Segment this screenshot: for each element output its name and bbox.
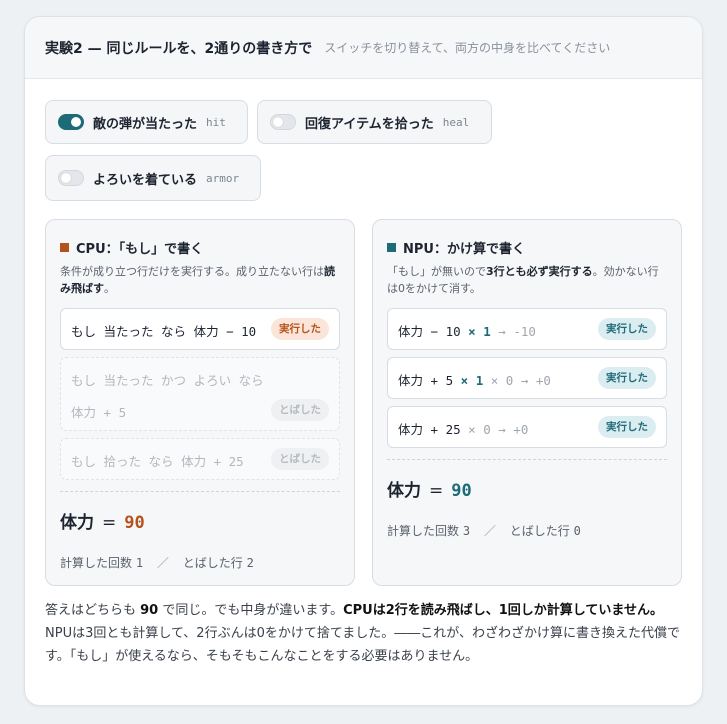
stats-skip-value: 0 — [573, 524, 581, 538]
status-badge: 実行した — [271, 318, 329, 340]
npu-panel: NPU：かけ算で書く 「もし」が無いので3行とも必ず実行する。効かない行は0をか… — [372, 219, 682, 586]
npu-panel-title: NPU：かけ算で書く — [387, 238, 525, 257]
cpu-rule-row: もし 拾った なら 体力 + 25 とばした — [60, 438, 340, 480]
rule-rhs: → -10 — [498, 324, 536, 339]
stats-calc-value: 1 — [135, 556, 144, 570]
npu-description: 「もし」が無いので3行とも必ず実行する。効かない行は0をかけて消す。 — [387, 263, 667, 297]
cpu-color-square-icon — [60, 243, 69, 252]
footer-text: 答えはどちらも — [45, 603, 141, 618]
npu-rule-row: 体力 − 10 × 1 → -10 実行した — [387, 308, 667, 350]
status-badge: とばした — [271, 448, 329, 470]
rule-text: 体力 + 5 × 1 × 0 → +0 — [398, 370, 551, 389]
toggle-label: よろいを着ている — [93, 172, 198, 188]
rule-mul: × 1 — [460, 373, 484, 388]
hp-label: 体力 — [60, 513, 94, 533]
npu-title-text: NPU：かけ算で書く — [403, 242, 525, 257]
experiment-card: 実験2 — 同じルールを、2通りの書き方で スイッチを切り替えて、両方の中身を比… — [24, 16, 703, 706]
npu-rule-row: 体力 + 5 × 1 × 0 → +0 実行した — [387, 357, 667, 399]
hp-equals: = — [102, 513, 117, 533]
toggle-code: hit — [206, 115, 226, 129]
cpu-rule-row: もし 当たった かつ よろい なら 体力 + 5 とばした — [60, 357, 340, 431]
stats-skip-value: 2 — [246, 556, 254, 570]
cpu-rule-row: もし 当たった なら 体力 − 10 実行した — [60, 308, 340, 350]
rule-mul: × 1 — [468, 324, 491, 339]
footer-text: NPUは3回とも計算して、2行ぶんは0をかけて捨てました。――これが、わざわざか… — [45, 626, 680, 664]
cpu-desc-end: 。 — [104, 282, 115, 295]
npu-rule-row: 体力 + 25 × 0 → +0 実行した — [387, 406, 667, 448]
card-title: 実験2 — 同じルールを、2通りの書き方で — [45, 40, 313, 57]
toggle-label: 回復アイテムを拾った — [305, 116, 434, 132]
status-badge: 実行した — [598, 367, 656, 389]
rule-lhs: 体力 + 25 — [398, 422, 461, 437]
hp-value: 90 — [124, 513, 145, 533]
cpu-description: 条件が成り立つ行だけを実行する。成り立たない行は読み飛ばす。 — [60, 263, 340, 297]
rule-rhs: × 0 → +0 — [490, 373, 551, 388]
rule-text: もし 拾った なら 体力 + 25 — [71, 454, 244, 469]
npu-stats: 計算した回数 3 ／ とばした行 0 — [387, 522, 581, 539]
stats-calc-label: 計算した回数 — [60, 556, 133, 570]
card-header: 実験2 — 同じルールを、2通りの書き方で スイッチを切り替えて、両方の中身を比… — [25, 17, 702, 79]
stats-skip-label: とばした行 — [509, 524, 570, 538]
rule-text: 体力 − 10 × 1 → -10 — [398, 321, 536, 340]
rule-lhs: 体力 + 5 — [398, 373, 454, 388]
status-badge: 実行した — [598, 318, 656, 340]
explanation-text: 答えはどちらも 90 で同じ。でも中身が違います。CPUは2行を読み飛ばし、1回… — [45, 599, 682, 668]
divider — [387, 459, 667, 460]
toggle-switch[interactable] — [58, 114, 84, 130]
cpu-panel: CPU：「もし」で書く 条件が成り立つ行だけを実行する。成り立たない行は読み飛ば… — [45, 219, 355, 586]
npu-color-square-icon — [387, 243, 396, 252]
toggle-heal[interactable]: 回復アイテムを拾った heal — [257, 100, 492, 144]
npu-hp-result: 体力 = 90 — [387, 476, 472, 501]
status-badge: とばした — [271, 399, 329, 421]
hp-equals: = — [429, 481, 444, 501]
cpu-desc-text: 条件が成り立つ行だけを実行する。成り立たない行は — [60, 265, 324, 278]
cpu-hp-result: 体力 = 90 — [60, 508, 145, 533]
toggle-code: armor — [206, 171, 240, 185]
footer-bold: CPUは2行を読み飛ばし、1回しか計算していません。 — [343, 603, 664, 618]
cpu-panel-title: CPU：「もし」で書く — [60, 238, 203, 257]
footer-text: で同じ。でも中身が違います。 — [158, 603, 344, 618]
cpu-stats: 計算した回数 1 ／ とばした行 2 — [60, 554, 254, 571]
npu-desc-bold: 3行とも必ず実行する — [486, 265, 593, 278]
cpu-title-text: CPU：「もし」で書く — [76, 242, 204, 257]
toggle-switch[interactable] — [58, 170, 84, 186]
stats-separator: ／ — [156, 556, 169, 570]
rule-text: 体力 + 25 × 0 → +0 — [398, 419, 528, 438]
rule-text-line1: もし 当たった かつ よろい なら — [71, 373, 264, 388]
toggle-switch[interactable] — [270, 114, 296, 130]
hp-value: 90 — [451, 481, 472, 501]
stats-separator: ／ — [483, 524, 496, 538]
npu-desc-text: 「もし」が無いので — [387, 265, 486, 278]
hp-label: 体力 — [387, 481, 421, 501]
toggle-hit[interactable]: 敵の弾が当たった hit — [45, 100, 248, 144]
rule-text: もし 当たった なら 体力 − 10 — [71, 324, 257, 339]
stats-skip-label: とばした行 — [182, 556, 243, 570]
rule-text-line2: 体力 + 5 — [71, 405, 127, 420]
divider — [60, 491, 340, 492]
status-badge: 実行した — [598, 416, 656, 438]
footer-bold: 90 — [140, 603, 159, 618]
toggle-code: heal — [442, 115, 470, 129]
stats-calc-value: 3 — [462, 524, 471, 538]
toggle-label: 敵の弾が当たった — [93, 116, 198, 132]
rule-lhs: 体力 − 10 — [398, 324, 461, 339]
rule-rhs: × 0 → +0 — [468, 422, 529, 437]
card-subtitle: スイッチを切り替えて、両方の中身を比べてください — [324, 41, 611, 55]
toggle-armor[interactable]: よろいを着ている armor — [45, 155, 261, 201]
stats-calc-label: 計算した回数 — [387, 524, 460, 538]
